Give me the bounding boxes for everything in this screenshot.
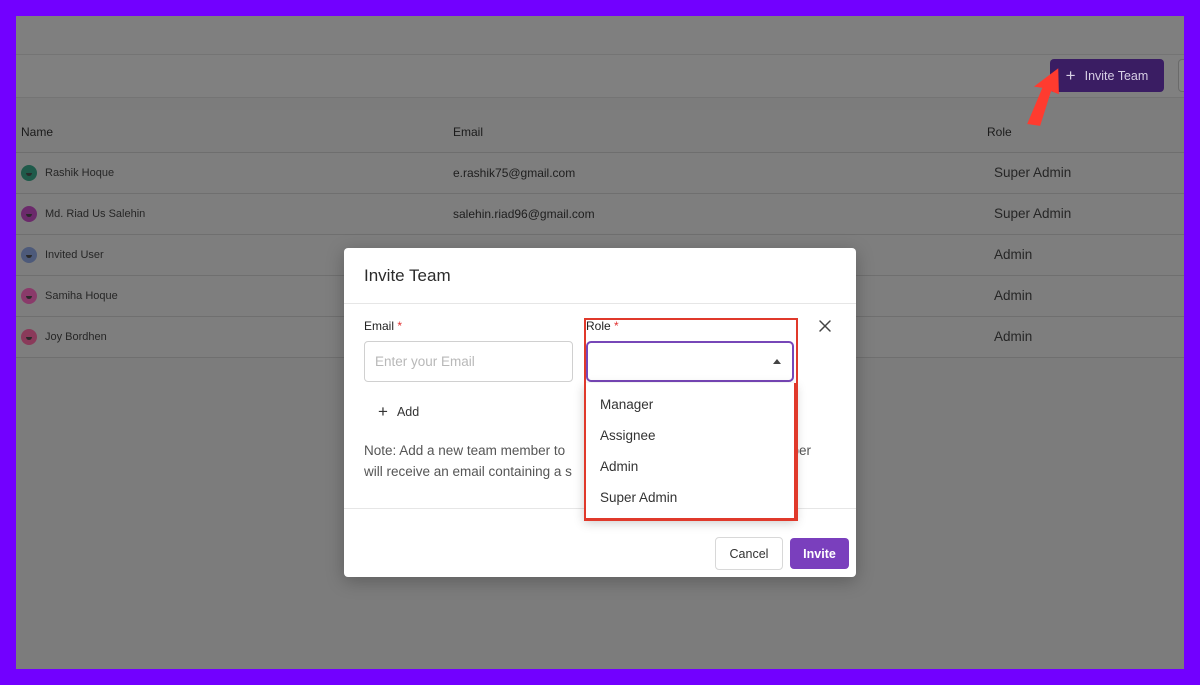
modal-title: Invite Team [364, 266, 451, 285]
member-name: Invited User [21, 247, 104, 263]
invite-team-label: Invite Team [1084, 68, 1149, 83]
role-label-text: Role [586, 319, 611, 333]
member-name-text: Rashik Hoque [45, 167, 115, 179]
avatar [21, 329, 37, 345]
avatar [21, 165, 37, 181]
member-role: Admin [994, 247, 1033, 262]
invite-button[interactable]: Invite [790, 538, 849, 569]
member-name: Rashik Hoque [21, 165, 114, 181]
email-label-text: Email [364, 319, 395, 333]
avatar [21, 288, 37, 304]
plus-icon: + [1065, 66, 1076, 85]
role-option[interactable]: Admin [586, 451, 794, 482]
cursor-arrow-icon [1027, 68, 1059, 126]
top-bar [16, 16, 1184, 54]
table-row[interactable]: Rashik Hoque e.rashik75@gmail.com Super Ad… [16, 153, 1184, 194]
member-name-text: Invited User [45, 249, 104, 261]
column-header-email: Email [453, 125, 484, 139]
member-role: Super Admin [994, 206, 1072, 221]
add-member-button[interactable]: + Add [378, 403, 419, 420]
member-role: Admin [994, 288, 1033, 303]
email-field[interactable] [364, 341, 573, 382]
column-header-role: Role [987, 125, 1012, 139]
modal-header: Invite Team [344, 248, 856, 304]
invite-team-button[interactable]: + Invite Team [1050, 59, 1164, 92]
table-header: Name Email Role [16, 110, 1184, 153]
member-role: Super Admin [994, 165, 1072, 180]
email-label: Email * [364, 319, 402, 333]
role-option[interactable]: Manager [586, 389, 794, 420]
member-email: salehin.riad96@gmail.com [453, 207, 595, 221]
required-mark: * [614, 319, 619, 333]
role-dropdown-menu: Manager Assignee Admin Super Admin [584, 383, 796, 520]
member-name-text: Md. Riad Us Salehin [45, 208, 146, 220]
member-name-text: Samiha Hoque [45, 290, 118, 302]
role-option[interactable]: Super Admin [586, 482, 794, 513]
table-row[interactable]: Md. Riad Us Salehin salehin.riad96@gmail.… [16, 194, 1184, 235]
avatar [21, 206, 37, 222]
close-icon[interactable] [817, 318, 833, 334]
note-line-1: Note: Add a new team member to [364, 443, 566, 458]
member-name: Samiha Hoque [21, 288, 118, 304]
avatar [21, 247, 37, 263]
toolbar-secondary-button[interactable] [1178, 59, 1184, 92]
member-role: Admin [994, 329, 1033, 344]
plus-icon: + [378, 402, 388, 421]
toolbar: + Invite Team [16, 54, 1184, 98]
add-label: Add [396, 404, 420, 419]
role-select[interactable] [586, 341, 794, 382]
role-label: Role * [586, 319, 619, 333]
column-header-name: Name [21, 125, 54, 139]
role-options: Manager Assignee Admin Super Admin [586, 383, 794, 513]
required-mark: * [397, 319, 403, 333]
member-email: e.rashik75@gmail.com [453, 166, 576, 180]
member-name-text: Joy Bordhen [45, 331, 107, 343]
member-name: Md. Riad Us Salehin [21, 206, 145, 222]
caret-up-icon [773, 359, 781, 364]
cancel-button[interactable]: Cancel [715, 537, 783, 570]
member-name: Joy Bordhen [21, 329, 107, 345]
note-line-2: will receive an email containing a s [364, 464, 572, 479]
role-option[interactable]: Assignee [586, 420, 794, 451]
